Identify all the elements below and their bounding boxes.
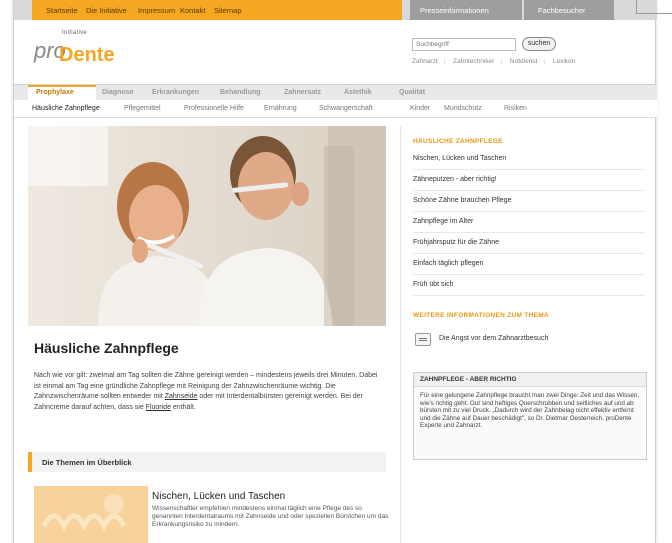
- subnav-haeusliche-zahnpflege[interactable]: Häusliche Zahnpflege: [32, 105, 100, 112]
- themen-heading: Die Themen im Überblick: [42, 458, 132, 467]
- document-icon[interactable]: [415, 333, 431, 346]
- nav-startseite[interactable]: Startseite: [46, 6, 78, 15]
- sidebar-item-zahnpflege-alter[interactable]: Zahnpflege im Alter: [413, 212, 645, 233]
- link-zahnseide[interactable]: Zahnseide: [165, 393, 198, 400]
- professional-label: Fachbesucher: [538, 6, 586, 15]
- subnav-schwangerschaft[interactable]: Schwangerschaft: [319, 105, 373, 112]
- subnav-mundschutz[interactable]: Mundschutz: [444, 105, 482, 112]
- tab-behandlung[interactable]: Behandlung: [220, 89, 260, 96]
- quicklink-notdienst[interactable]: Notdienst: [510, 58, 537, 65]
- service-nav: Startseite Die Initiative Impressum Kont…: [32, 0, 402, 20]
- nav-sitemap[interactable]: Sitemap: [214, 6, 242, 15]
- page-title: Häusliche Zahnpflege: [34, 340, 179, 356]
- tip-box-heading: ZAHNPFLEGE - ABER RICHTIG: [414, 373, 646, 387]
- nav-initiative[interactable]: Die Initiative: [86, 6, 127, 15]
- nav-kontakt[interactable]: Kontakt: [180, 6, 205, 15]
- page-frame: Startseite Die Initiative Impressum Kont…: [13, 0, 657, 543]
- intro-paragraph: Nach wie vor gilt: zweimal am Tag sollte…: [34, 371, 384, 413]
- teaser-title[interactable]: Nischen, Lücken und Taschen: [152, 491, 285, 502]
- sidebar: HÄUSLICHE ZAHNPFLEGE Nischen, Lücken und…: [400, 126, 657, 543]
- subnav-risiken[interactable]: Risiken: [504, 105, 527, 112]
- sidebar-item-schoene-zaehne[interactable]: Schöne Zähne brauchen Pflege: [413, 191, 645, 212]
- divider: |: [443, 58, 446, 65]
- logo-initiative: Initiative: [62, 30, 88, 36]
- tip-box-text: Für eine gelungene Zahnpflege braucht ma…: [420, 392, 640, 430]
- more-info-heading: WEITERE INFORMATIONEN ZUM THEMA: [413, 312, 549, 319]
- tab-erkrankungen[interactable]: Erkrankungen: [152, 89, 199, 96]
- themen-heading-bar: Die Themen im Überblick: [28, 452, 386, 472]
- teaser-text: Wissenschaftler empfehlen mindestens ein…: [152, 505, 389, 528]
- search-button[interactable]: suchen: [522, 37, 556, 51]
- quicklink-zahnarzt[interactable]: Zahnarzt: [412, 58, 438, 65]
- sidebar-item-nischen[interactable]: Nischen, Lücken und Taschen: [413, 149, 645, 170]
- intro-text-3: enthält.: [170, 403, 196, 411]
- hero-photo: [28, 126, 386, 326]
- divider: |: [543, 58, 546, 65]
- subnav-kinder[interactable]: Kinder: [410, 105, 430, 112]
- main-nav: Prophylaxe Diagnose Erkrankungen Behandl…: [14, 84, 657, 101]
- tab-diagnose[interactable]: Diagnose: [102, 89, 134, 96]
- search-input[interactable]: [412, 38, 516, 51]
- sidebar-item-einfach-pflegen[interactable]: Einfach täglich pflegen: [413, 254, 645, 275]
- nav-impressum[interactable]: Impressum: [138, 6, 175, 15]
- subnav-professionelle-hilfe[interactable]: Professionelle Hilfe: [184, 105, 244, 112]
- press-label: Presseinformationen: [420, 6, 489, 15]
- subnav-ernaehrung[interactable]: Ernährung: [264, 105, 297, 112]
- sidebar-item-zaehneputzen[interactable]: Zähneputzen - aber richtig!: [413, 170, 645, 191]
- divider: [636, 0, 637, 14]
- professional-tab[interactable]: Fachbesucher: [524, 0, 614, 20]
- tab-zahnersatz[interactable]: Zahnersatz: [284, 89, 321, 96]
- quicklink-lexikon[interactable]: Lexikon: [553, 58, 575, 65]
- subnav-pflegemittel[interactable]: Pflegemittel: [124, 105, 161, 112]
- tip-box: ZAHNPFLEGE - ABER RICHTIG Für eine gelun…: [413, 372, 647, 460]
- tab-aesthetik[interactable]: Ästethik: [344, 89, 372, 96]
- tab-prophylaxe[interactable]: Prophylaxe: [36, 89, 74, 96]
- tab-qualitaet[interactable]: Qualität: [399, 89, 425, 96]
- doc-link-zahnarztangst[interactable]: Die Angst vor dem Zahnarztbesuch: [439, 335, 548, 342]
- sidebar-item-frueh-uebt-sich[interactable]: Früh übt sich: [413, 275, 645, 296]
- divider: |: [500, 58, 503, 65]
- logo-dente: Dente: [59, 44, 115, 66]
- top-bar: Startseite Die Initiative Impressum Kont…: [14, 0, 657, 20]
- press-tab[interactable]: Presseinformationen: [410, 0, 522, 20]
- divider: [636, 13, 672, 14]
- link-fluoride[interactable]: Fluoride: [146, 404, 171, 411]
- sidebar-heading: HÄUSLICHE ZAHNPFLEGE: [413, 138, 503, 145]
- sub-nav: Häusliche Zahnpflege Pflegemittel Profes…: [14, 100, 657, 118]
- quicklink-zahntechniker[interactable]: Zahntechniker: [453, 58, 494, 65]
- teaser-image[interactable]: [34, 486, 148, 543]
- quick-links: Zahnarzt | Zahntechniker | Notdienst | Lexi…: [412, 58, 581, 65]
- sidebar-item-fruehjahrsputz[interactable]: Frühjahrsputz für die Zähne: [413, 233, 645, 254]
